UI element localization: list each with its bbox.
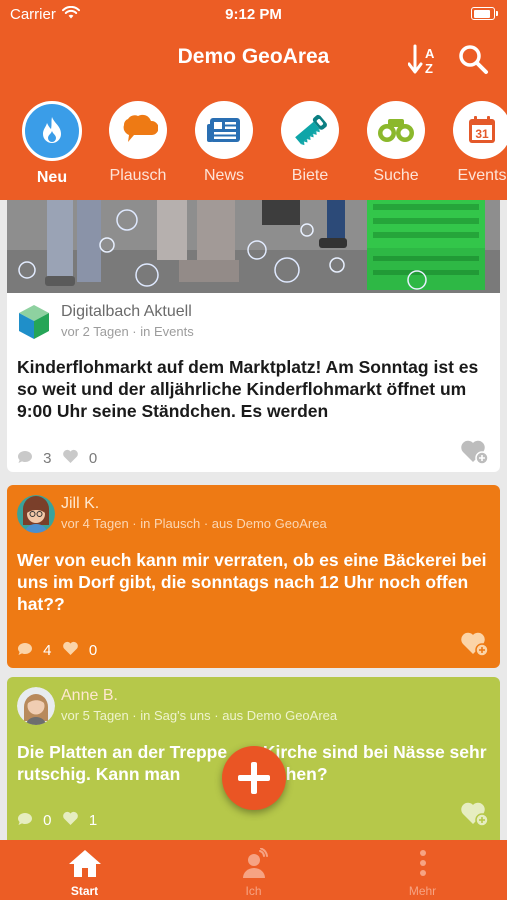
tab-mehr[interactable]: Mehr xyxy=(338,840,507,900)
svg-text:A: A xyxy=(425,46,435,61)
tab-label: Mehr xyxy=(408,884,437,898)
add-favorite-icon[interactable] xyxy=(460,438,490,466)
home-icon xyxy=(68,848,102,883)
category-label: Events xyxy=(457,167,507,184)
status-bar: Carrier 9:12 PM xyxy=(0,0,507,30)
post-author[interactable]: Jill K. xyxy=(61,495,99,513)
post-meta: vor 4 Tagen · in Plausch · aus Demo GeoA… xyxy=(61,516,327,531)
category-bar: Neu Plausch News Biete Suche 31 Events xyxy=(0,101,507,193)
comment-icon xyxy=(17,450,33,468)
post-image xyxy=(7,200,500,293)
category-label: Neu xyxy=(36,169,68,186)
post-meta: vor 5 Tagen · in Sag's uns · aus Demo Ge… xyxy=(61,708,338,723)
post-stats: 4 0 xyxy=(17,641,97,660)
category-label: Plausch xyxy=(109,167,167,184)
heart-icon xyxy=(62,641,79,660)
heart-icon xyxy=(62,449,79,468)
category-neu[interactable]: Neu xyxy=(7,101,97,187)
category-biete[interactable]: Biete xyxy=(265,101,355,185)
category-label: Suche xyxy=(373,167,419,184)
category-label: News xyxy=(203,167,244,184)
battery-icon xyxy=(471,7,498,20)
user-avatar xyxy=(17,495,55,533)
sort-az-icon[interactable]: A Z xyxy=(407,43,442,76)
heart-icon xyxy=(62,811,79,830)
post-feed[interactable]: Digitalbach Aktuell vor 2 Tagen · in Eve… xyxy=(0,200,507,840)
cube-logo-avatar xyxy=(17,303,51,341)
user-avatar xyxy=(17,687,55,725)
post-text-part: Die Platten an der Treppe xyxy=(17,742,228,762)
calendar-day: 31 xyxy=(475,127,489,141)
post-author[interactable]: Anne B. xyxy=(61,687,118,705)
category-events[interactable]: 31 Events xyxy=(437,101,507,185)
post-stats: 3 0 xyxy=(17,449,97,468)
category-news[interactable]: News xyxy=(179,101,269,185)
tab-start[interactable]: Start xyxy=(0,840,169,900)
tab-ich[interactable]: Ich xyxy=(169,840,338,900)
saw-icon xyxy=(281,101,339,159)
tab-label: Start xyxy=(70,884,99,898)
status-time: 9:12 PM xyxy=(225,6,282,23)
post-text: Kinderflohmarkt auf dem Marktplatz! Am S… xyxy=(17,357,479,421)
category-label: Biete xyxy=(291,167,329,184)
comment-icon xyxy=(17,642,33,660)
tab-bar: Start Ich Mehr xyxy=(0,840,507,900)
app-header: Carrier 9:12 PM Demo GeoArea A Z Neu Pla… xyxy=(0,0,507,200)
user-icon xyxy=(239,847,269,885)
flame-icon xyxy=(22,101,82,161)
add-favorite-icon[interactable] xyxy=(460,630,490,658)
post-text: Wer von euch kann mir verraten, ob es ei… xyxy=(17,550,487,614)
tab-label: Ich xyxy=(245,884,262,898)
svg-text:Z: Z xyxy=(425,61,433,75)
add-post-button[interactable] xyxy=(222,746,286,810)
calendar-icon: 31 xyxy=(453,101,507,159)
add-favorite-icon[interactable] xyxy=(460,800,490,828)
comment-count: 3 xyxy=(43,450,52,467)
like-count: 0 xyxy=(88,450,98,467)
comment-icon xyxy=(17,812,33,830)
binoculars-icon xyxy=(367,101,425,159)
comment-count: 0 xyxy=(43,812,52,829)
post-card[interactable]: Jill K. vor 4 Tagen · in Plausch · aus D… xyxy=(7,485,500,668)
newspaper-icon xyxy=(195,101,253,159)
like-count: 0 xyxy=(88,642,98,659)
post-meta: vor 2 Tagen · in Events xyxy=(61,324,194,339)
speech-bubble-icon xyxy=(109,101,167,159)
post-stats: 0 1 xyxy=(17,811,97,830)
comment-count: 4 xyxy=(43,642,52,659)
category-suche[interactable]: Suche xyxy=(351,101,441,185)
like-count: 1 xyxy=(88,812,98,829)
more-dots-icon xyxy=(418,848,428,883)
search-icon[interactable] xyxy=(456,42,490,76)
category-plausch[interactable]: Plausch xyxy=(93,101,183,185)
post-card[interactable]: Digitalbach Aktuell vor 2 Tagen · in Eve… xyxy=(7,200,500,472)
post-author[interactable]: Digitalbach Aktuell xyxy=(61,303,192,321)
